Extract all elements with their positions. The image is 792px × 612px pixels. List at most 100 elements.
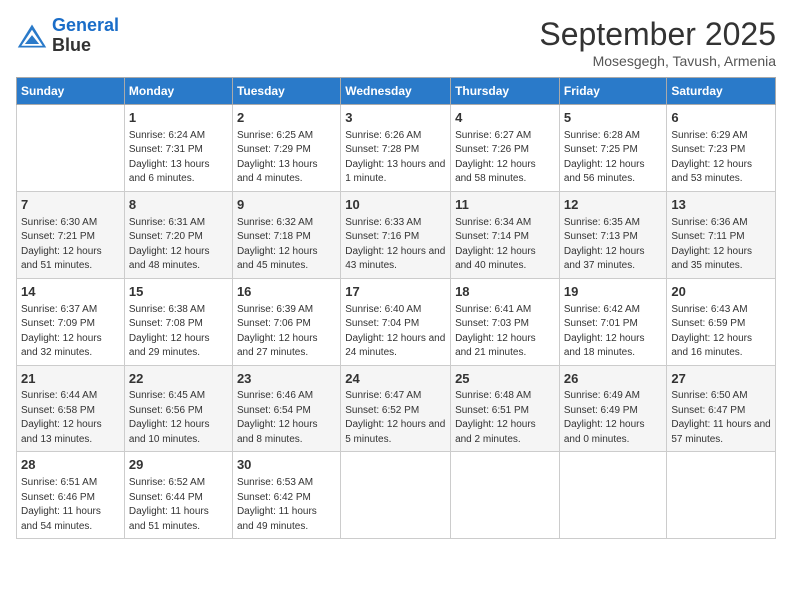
- calendar-cell: 29Sunrise: 6:52 AMSunset: 6:44 PMDayligh…: [124, 452, 232, 539]
- day-number: 7: [21, 196, 120, 215]
- logo-line2: Blue: [52, 36, 119, 56]
- day-detail: Sunrise: 6:30 AMSunset: 7:21 PMDaylight:…: [21, 216, 120, 274]
- location-subtitle: Mosesgegh, Tavush, Armenia: [539, 53, 776, 69]
- calendar-cell: 3Sunrise: 6:26 AMSunset: 7:28 PMDaylight…: [341, 105, 451, 192]
- day-number: 9: [237, 196, 336, 215]
- calendar-cell: 25Sunrise: 6:48 AMSunset: 6:51 PMDayligh…: [451, 365, 560, 452]
- day-detail: Sunrise: 6:39 AMSunset: 7:06 PMDaylight:…: [237, 303, 336, 361]
- day-number: 10: [345, 196, 446, 215]
- day-detail: Sunrise: 6:41 AMSunset: 7:03 PMDaylight:…: [455, 303, 555, 361]
- col-header-tuesday: Tuesday: [232, 78, 340, 105]
- calendar-cell: 2Sunrise: 6:25 AMSunset: 7:29 PMDaylight…: [232, 105, 340, 192]
- day-number: 4: [455, 109, 555, 128]
- day-detail: Sunrise: 6:43 AMSunset: 6:59 PMDaylight:…: [671, 303, 771, 361]
- calendar-cell: 23Sunrise: 6:46 AMSunset: 6:54 PMDayligh…: [232, 365, 340, 452]
- calendar-cell: 22Sunrise: 6:45 AMSunset: 6:56 PMDayligh…: [124, 365, 232, 452]
- calendar-week-row: 7Sunrise: 6:30 AMSunset: 7:21 PMDaylight…: [17, 191, 776, 278]
- day-detail: Sunrise: 6:36 AMSunset: 7:11 PMDaylight:…: [671, 216, 771, 274]
- day-number: 25: [455, 370, 555, 389]
- day-detail: Sunrise: 6:52 AMSunset: 6:44 PMDaylight:…: [129, 476, 228, 534]
- calendar-cell: [559, 452, 667, 539]
- day-number: 11: [455, 196, 555, 215]
- calendar-cell: 18Sunrise: 6:41 AMSunset: 7:03 PMDayligh…: [451, 278, 560, 365]
- day-detail: Sunrise: 6:29 AMSunset: 7:23 PMDaylight:…: [671, 129, 771, 187]
- calendar-cell: 20Sunrise: 6:43 AMSunset: 6:59 PMDayligh…: [667, 278, 776, 365]
- calendar-cell: 6Sunrise: 6:29 AMSunset: 7:23 PMDaylight…: [667, 105, 776, 192]
- day-number: 12: [564, 196, 663, 215]
- logo-icon: [16, 22, 48, 50]
- day-detail: Sunrise: 6:34 AMSunset: 7:14 PMDaylight:…: [455, 216, 555, 274]
- day-detail: Sunrise: 6:40 AMSunset: 7:04 PMDaylight:…: [345, 303, 446, 361]
- day-detail: Sunrise: 6:46 AMSunset: 6:54 PMDaylight:…: [237, 389, 336, 447]
- day-number: 14: [21, 283, 120, 302]
- day-number: 26: [564, 370, 663, 389]
- calendar-cell: 14Sunrise: 6:37 AMSunset: 7:09 PMDayligh…: [17, 278, 125, 365]
- col-header-friday: Friday: [559, 78, 667, 105]
- day-number: 16: [237, 283, 336, 302]
- col-header-saturday: Saturday: [667, 78, 776, 105]
- day-number: 20: [671, 283, 771, 302]
- calendar-week-row: 21Sunrise: 6:44 AMSunset: 6:58 PMDayligh…: [17, 365, 776, 452]
- calendar-cell: 8Sunrise: 6:31 AMSunset: 7:20 PMDaylight…: [124, 191, 232, 278]
- day-detail: Sunrise: 6:38 AMSunset: 7:08 PMDaylight:…: [129, 303, 228, 361]
- day-number: 28: [21, 456, 120, 475]
- calendar-table: SundayMondayTuesdayWednesdayThursdayFrid…: [16, 77, 776, 539]
- day-detail: Sunrise: 6:51 AMSunset: 6:46 PMDaylight:…: [21, 476, 120, 534]
- day-detail: Sunrise: 6:33 AMSunset: 7:16 PMDaylight:…: [345, 216, 446, 274]
- col-header-thursday: Thursday: [451, 78, 560, 105]
- day-number: 13: [671, 196, 771, 215]
- calendar-week-row: 14Sunrise: 6:37 AMSunset: 7:09 PMDayligh…: [17, 278, 776, 365]
- day-number: 23: [237, 370, 336, 389]
- calendar-cell: 10Sunrise: 6:33 AMSunset: 7:16 PMDayligh…: [341, 191, 451, 278]
- day-detail: Sunrise: 6:48 AMSunset: 6:51 PMDaylight:…: [455, 389, 555, 447]
- calendar-cell: [341, 452, 451, 539]
- calendar-cell: 9Sunrise: 6:32 AMSunset: 7:18 PMDaylight…: [232, 191, 340, 278]
- day-number: 17: [345, 283, 446, 302]
- day-detail: Sunrise: 6:45 AMSunset: 6:56 PMDaylight:…: [129, 389, 228, 447]
- calendar-cell: 13Sunrise: 6:36 AMSunset: 7:11 PMDayligh…: [667, 191, 776, 278]
- day-number: 18: [455, 283, 555, 302]
- logo-line1: General: [52, 15, 119, 35]
- col-header-wednesday: Wednesday: [341, 78, 451, 105]
- calendar-week-row: 1Sunrise: 6:24 AMSunset: 7:31 PMDaylight…: [17, 105, 776, 192]
- calendar-cell: 17Sunrise: 6:40 AMSunset: 7:04 PMDayligh…: [341, 278, 451, 365]
- page-header: General Blue September 2025 Mosesgegh, T…: [16, 16, 776, 69]
- day-detail: Sunrise: 6:28 AMSunset: 7:25 PMDaylight:…: [564, 129, 663, 187]
- calendar-cell: 27Sunrise: 6:50 AMSunset: 6:47 PMDayligh…: [667, 365, 776, 452]
- calendar-cell: 11Sunrise: 6:34 AMSunset: 7:14 PMDayligh…: [451, 191, 560, 278]
- title-block: September 2025 Mosesgegh, Tavush, Armeni…: [539, 16, 776, 69]
- calendar-cell: 15Sunrise: 6:38 AMSunset: 7:08 PMDayligh…: [124, 278, 232, 365]
- day-detail: Sunrise: 6:26 AMSunset: 7:28 PMDaylight:…: [345, 129, 446, 187]
- day-number: 1: [129, 109, 228, 128]
- day-detail: Sunrise: 6:32 AMSunset: 7:18 PMDaylight:…: [237, 216, 336, 274]
- day-detail: Sunrise: 6:37 AMSunset: 7:09 PMDaylight:…: [21, 303, 120, 361]
- calendar-cell: 1Sunrise: 6:24 AMSunset: 7:31 PMDaylight…: [124, 105, 232, 192]
- day-detail: Sunrise: 6:24 AMSunset: 7:31 PMDaylight:…: [129, 129, 228, 187]
- day-detail: Sunrise: 6:53 AMSunset: 6:42 PMDaylight:…: [237, 476, 336, 534]
- day-number: 5: [564, 109, 663, 128]
- day-number: 15: [129, 283, 228, 302]
- day-number: 22: [129, 370, 228, 389]
- calendar-cell: 7Sunrise: 6:30 AMSunset: 7:21 PMDaylight…: [17, 191, 125, 278]
- day-number: 30: [237, 456, 336, 475]
- col-header-monday: Monday: [124, 78, 232, 105]
- logo-text: General Blue: [52, 16, 119, 56]
- calendar-week-row: 28Sunrise: 6:51 AMSunset: 6:46 PMDayligh…: [17, 452, 776, 539]
- day-detail: Sunrise: 6:27 AMSunset: 7:26 PMDaylight:…: [455, 129, 555, 187]
- month-title: September 2025: [539, 16, 776, 53]
- day-detail: Sunrise: 6:50 AMSunset: 6:47 PMDaylight:…: [671, 389, 771, 447]
- day-detail: Sunrise: 6:25 AMSunset: 7:29 PMDaylight:…: [237, 129, 336, 187]
- day-detail: Sunrise: 6:49 AMSunset: 6:49 PMDaylight:…: [564, 389, 663, 447]
- calendar-cell: 16Sunrise: 6:39 AMSunset: 7:06 PMDayligh…: [232, 278, 340, 365]
- day-detail: Sunrise: 6:35 AMSunset: 7:13 PMDaylight:…: [564, 216, 663, 274]
- calendar-cell: [667, 452, 776, 539]
- day-number: 29: [129, 456, 228, 475]
- col-header-sunday: Sunday: [17, 78, 125, 105]
- day-number: 8: [129, 196, 228, 215]
- day-number: 2: [237, 109, 336, 128]
- calendar-header-row: SundayMondayTuesdayWednesdayThursdayFrid…: [17, 78, 776, 105]
- day-detail: Sunrise: 6:47 AMSunset: 6:52 PMDaylight:…: [345, 389, 446, 447]
- calendar-cell: 4Sunrise: 6:27 AMSunset: 7:26 PMDaylight…: [451, 105, 560, 192]
- calendar-cell: 21Sunrise: 6:44 AMSunset: 6:58 PMDayligh…: [17, 365, 125, 452]
- calendar-cell: [17, 105, 125, 192]
